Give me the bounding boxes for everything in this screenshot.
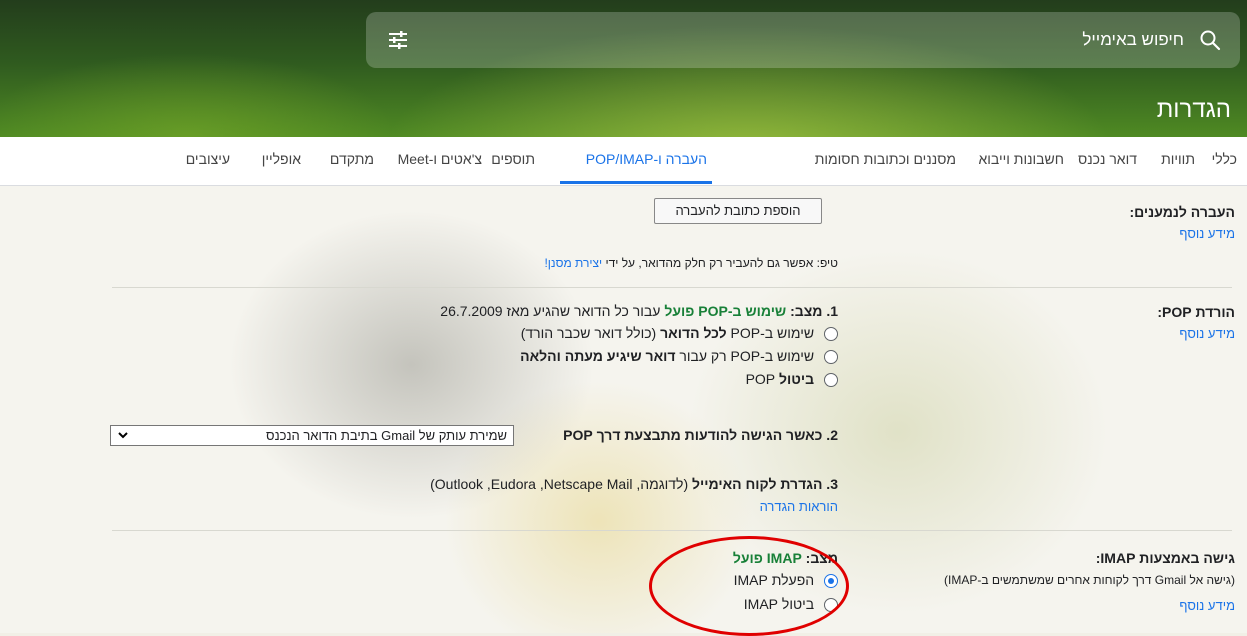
- pop-option-new-radio[interactable]: [824, 350, 838, 365]
- tab-accounts-import[interactable]: חשבונות וייבוא: [978, 151, 1064, 167]
- pop-option-all-mail[interactable]: שימוש ב-POP לכל הדואר (כולל דואר שכבר הו…: [520, 325, 838, 342]
- pop-client-setup: 3. הגדרת לקוח האימייל (לדוגמה, Outlook ,…: [430, 476, 838, 492]
- tab-chat-meet[interactable]: צ'אטים ו-Meet: [398, 151, 482, 167]
- pop-option-new-text: שימוש ב-POP רק עבור: [679, 348, 815, 364]
- section-divider: [112, 530, 1232, 531]
- active-tab-indicator: [560, 181, 712, 184]
- forwarding-label: העברה לנמענים:: [1129, 204, 1235, 220]
- imap-label: גישה באמצעות IMAP:: [1095, 550, 1235, 566]
- pop-option-disable-radio[interactable]: [824, 373, 838, 388]
- tab-themes[interactable]: עיצובים: [186, 151, 230, 167]
- page-title: הגדרות: [1156, 96, 1231, 123]
- tab-labels[interactable]: תוויות: [1161, 151, 1195, 167]
- pop-option-new-bold: דואר שיגיע מעתה והלאה: [520, 348, 676, 364]
- chevron-down-icon: [118, 432, 128, 439]
- settings-tabs: כללי תוויות דואר נכנס חשבונות וייבוא מסנ…: [0, 137, 1247, 186]
- imap-learn-more-link[interactable]: מידע נוסף: [1179, 598, 1235, 613]
- setup-instructions-link[interactable]: הוראות הגדרה: [760, 499, 838, 514]
- create-filter-link[interactable]: יצירת מסנן!: [544, 256, 602, 270]
- search-bar[interactable]: חיפוש באימייל: [366, 12, 1240, 68]
- pop-status-prefix: 1. מצב:: [790, 303, 838, 319]
- pop-learn-more-link[interactable]: מידע נוסף: [1179, 326, 1235, 341]
- pop-access-select[interactable]: שמירת עותק של Gmail בתיבת הדואר הנכנס: [110, 425, 514, 446]
- pop-status: 1. מצב: שימוש ב-POP פועל עבור כל הדואר ש…: [440, 303, 838, 319]
- tab-general[interactable]: כללי: [1212, 151, 1237, 167]
- search-input[interactable]: חיפוש באימייל: [1082, 30, 1184, 50]
- pop-client-bold: 3. הגדרת לקוח האימייל: [692, 476, 838, 492]
- pop-client-examples: (לדוגמה, Outlook ,Eudora ,Netscape Mail): [430, 476, 689, 492]
- pop-option-all-radio[interactable]: [824, 327, 838, 342]
- pop-option-all-bold: לכל הדואר: [660, 325, 727, 341]
- pop-option-disable-bold: ביטול: [779, 371, 815, 387]
- pop-option-disable-text: POP: [745, 371, 776, 387]
- pop-access-label: 2. כאשר הגישה להודעות מתבצעת דרך POP: [563, 427, 838, 443]
- tab-inbox[interactable]: דואר נכנס: [1078, 151, 1137, 167]
- tune-icon[interactable]: [386, 28, 410, 52]
- section-divider: [112, 287, 1232, 288]
- tab-filters-blocked[interactable]: מסננים וכתובות חסומות: [815, 151, 956, 167]
- pop-option-all-note: (כולל דואר שכבר הורד): [520, 325, 657, 341]
- tab-addons[interactable]: תוספים: [491, 151, 535, 167]
- header: חיפוש באימייל הגדרות: [0, 0, 1247, 137]
- pop-access-select-value: שמירת עותק של Gmail בתיבת הדואר הנכנס: [266, 428, 507, 443]
- settings-content: [0, 186, 1247, 633]
- forwarding-tip: טיפ: אפשר גם להעביר רק חלק מהדואר, על יד…: [544, 256, 838, 270]
- highlight-circle: [649, 536, 849, 636]
- forwarding-learn-more-link[interactable]: מידע נוסף: [1179, 226, 1235, 241]
- tab-advanced[interactable]: מתקדם: [330, 151, 374, 167]
- pop-option-new-mail[interactable]: שימוש ב-POP רק עבור דואר שיגיע מעתה והלא…: [520, 348, 838, 365]
- forwarding-tip-text: טיפ: אפשר גם להעביר רק חלק מהדואר, על יד…: [605, 256, 838, 270]
- pop-option-disable[interactable]: ביטול POP: [745, 371, 838, 388]
- search-icon[interactable]: [1198, 28, 1222, 52]
- pop-status-value: שימוש ב-POP פועל: [664, 303, 787, 319]
- tab-forwarding-pop-imap[interactable]: העברה ו-POP/IMAP: [586, 151, 707, 167]
- pop-status-suffix: עבור כל הדואר שהגיע מאז 26.7.2009: [440, 303, 661, 319]
- imap-description: (גישה אל Gmail דרך לקוחות אחרים שמשתמשים…: [944, 573, 1235, 587]
- pop-option-all-text: שימוש ב-POP: [730, 325, 815, 341]
- pop-label: הורדת POP:: [1157, 304, 1235, 320]
- tab-offline[interactable]: אופליין: [262, 151, 301, 167]
- add-forwarding-address-button[interactable]: הוספת כתובת להעברה: [654, 198, 822, 224]
